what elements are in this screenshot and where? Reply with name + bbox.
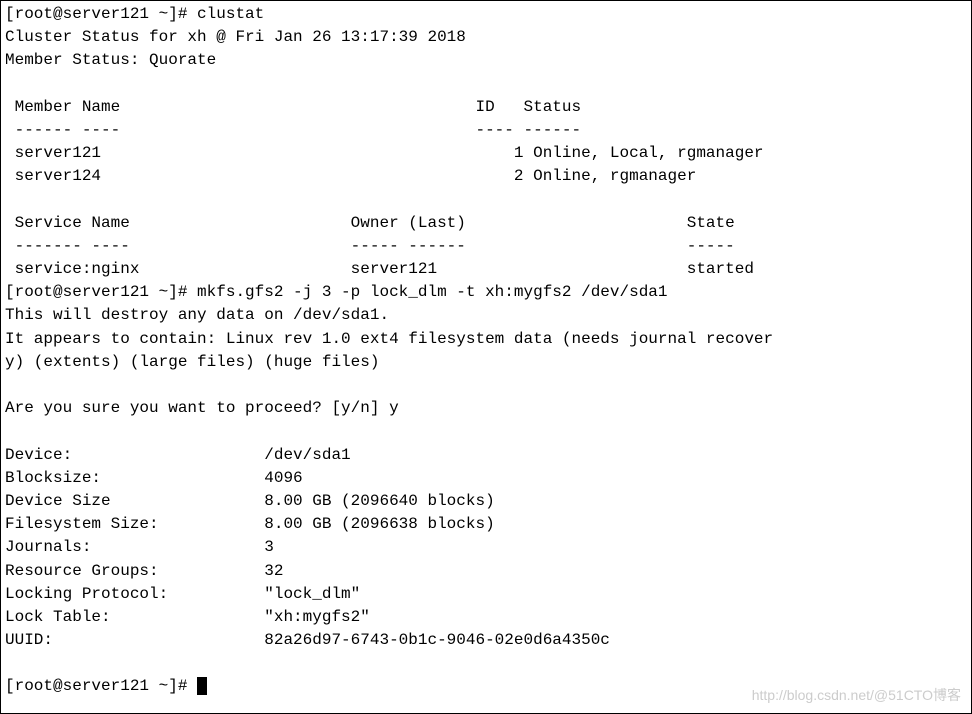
- appears-line: It appears to contain: Linux rev 1.0 ext…: [5, 330, 773, 348]
- terminal-output[interactable]: [root@server121 ~]# clustat Cluster Stat…: [1, 1, 971, 701]
- member-row: server121 1 Online, Local, rgmanager: [5, 144, 764, 162]
- destroy-warning: This will destroy any data on /dev/sda1.: [5, 306, 389, 324]
- member-row: server124 2 Online, rgmanager: [5, 167, 696, 185]
- shell-prompt: [root@server121 ~]#: [5, 5, 197, 23]
- journals-line: Journals: 3: [5, 538, 274, 556]
- service-divider: ------- ---- ----- ------ -----: [5, 237, 735, 255]
- resourcegroups-line: Resource Groups: 32: [5, 562, 283, 580]
- service-header: Service Name Owner (Last) State: [5, 214, 735, 232]
- watermark-text: http://blog.csdn.net/@51CTO博客: [752, 685, 961, 705]
- devicesize-line: Device Size 8.00 GB (2096640 blocks): [5, 492, 495, 510]
- member-divider: ------ ---- ---- ------: [5, 121, 581, 139]
- member-status-line: Member Status: Quorate: [5, 51, 216, 69]
- blocksize-line: Blocksize: 4096: [5, 469, 303, 487]
- shell-prompt: [root@server121 ~]#: [5, 283, 197, 301]
- lockingprotocol-line: Locking Protocol: "lock_dlm": [5, 585, 360, 603]
- command-mkfs: mkfs.gfs2 -j 3 -p lock_dlm -t xh:mygfs2 …: [197, 283, 667, 301]
- device-line: Device: /dev/sda1: [5, 446, 351, 464]
- appears-line: y) (extents) (large files) (huge files): [5, 353, 379, 371]
- shell-prompt: [root@server121 ~]#: [5, 677, 197, 695]
- uuid-line: UUID: 82a26d97-6743-0b1c-9046-02e0d6a435…: [5, 631, 610, 649]
- locktable-line: Lock Table: "xh:mygfs2": [5, 608, 370, 626]
- member-header: Member Name ID Status: [5, 98, 581, 116]
- service-row: service:nginx server121 started: [5, 260, 754, 278]
- fssize-line: Filesystem Size: 8.00 GB (2096638 blocks…: [5, 515, 495, 533]
- command-clustat: clustat: [197, 5, 264, 23]
- cursor-icon: [197, 677, 207, 695]
- proceed-prompt: Are you sure you want to proceed? [y/n] …: [5, 399, 399, 417]
- cluster-status-line: Cluster Status for xh @ Fri Jan 26 13:17…: [5, 28, 466, 46]
